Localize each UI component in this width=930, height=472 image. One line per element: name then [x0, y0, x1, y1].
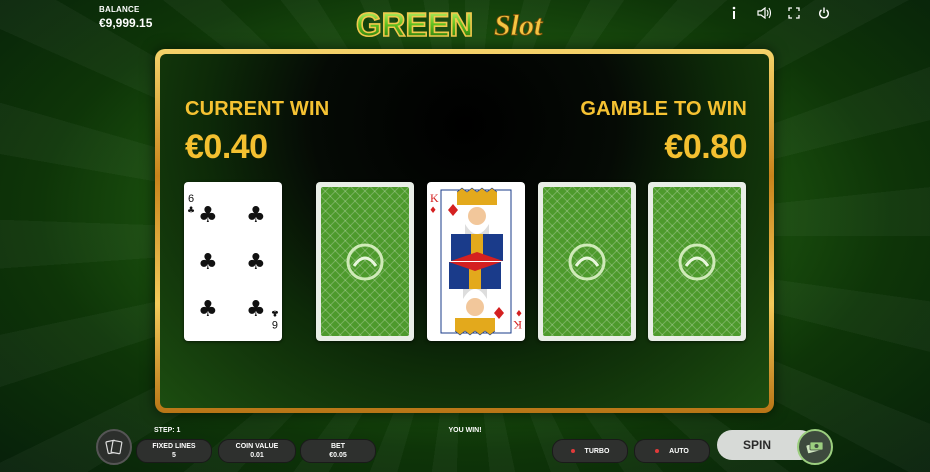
card-suit-top: ♣ [187, 206, 195, 216]
green-slot-logo: GREEN Slot [355, 5, 544, 44]
svg-text:♣: ♣ [246, 250, 266, 275]
balance-value: €9,999.15 [99, 16, 153, 30]
current-win-label: CURRENT WIN [185, 98, 330, 120]
card-back-emblem-icon [678, 243, 716, 280]
turbo-label: TURBO [584, 447, 610, 455]
card-back-choice-3[interactable] [538, 182, 636, 341]
card-back-choice-4[interactable] [648, 182, 746, 341]
gamble-board: CURRENT WIN €0.40 GAMBLE TO WIN €0.80 6 … [155, 49, 774, 413]
card-rank-bottom: K [513, 318, 522, 332]
svg-text:♣: ♣ [246, 297, 266, 322]
card-suit-top: ♦ [429, 206, 437, 216]
collect-icon[interactable] [797, 429, 833, 465]
svg-text:♣: ♣ [246, 203, 266, 228]
cards-icon [105, 439, 123, 455]
gamble-board-felt: CURRENT WIN €0.40 GAMBLE TO WIN €0.80 6 … [160, 54, 769, 408]
diamond-icon [448, 204, 458, 216]
clubs-pips: ♣ ♣ ♣ ♣ ♣ ♣ [198, 203, 266, 322]
turbo-indicator-dot [570, 449, 575, 453]
card-back-choice-1[interactable] [316, 182, 414, 341]
spin-label: SPIN [742, 438, 771, 452]
power-icon[interactable] [816, 5, 832, 21]
fullscreen-icon[interactable] [786, 5, 802, 21]
auto-label: AUTO [669, 447, 689, 455]
gamble-to-win-value: €0.80 [664, 128, 747, 166]
svg-text:♣: ♣ [198, 203, 218, 228]
logo-green-text: GREEN [356, 6, 473, 43]
fixed-lines-label: FIXED LINES [152, 443, 196, 450]
card-suit-bottom: ♦ [515, 307, 523, 317]
card-king-of-diamonds: K ♦ K ♦ [427, 182, 525, 341]
fixed-lines-value: 5 [172, 452, 176, 459]
fixed-lines-display: FIXED LINES 5 [136, 439, 212, 463]
svg-text:♣: ♣ [198, 297, 218, 322]
bet-selector[interactable]: BET €0.05 [300, 439, 376, 463]
balance-panel: BALANCE €9,999.15 [99, 5, 152, 30]
auto-toggle[interactable]: AUTO [634, 439, 710, 463]
card-suit-bottom: ♣ [271, 307, 279, 317]
top-icon-bar [726, 5, 832, 21]
dealer-card-six-of-clubs: 6 ♣ ♣ ♣ ♣ ♣ ♣ ♣ 6 ♣ [184, 182, 282, 341]
card-rank-top: 6 [188, 193, 194, 205]
sound-icon[interactable] [756, 5, 772, 21]
bet-value: €0.05 [329, 452, 347, 459]
current-win-value: €0.40 [185, 128, 268, 166]
balance-label: BALANCE [99, 5, 140, 14]
card-rank-top: K [430, 191, 439, 205]
card-back-emblem-icon [346, 243, 384, 280]
svg-text:♣: ♣ [198, 250, 218, 275]
coin-value-selector[interactable]: COIN VALUE 0.01 [218, 439, 296, 463]
info-icon[interactable] [726, 5, 742, 21]
card-rank-bottom: 6 [272, 318, 278, 330]
gamble-to-win-label: GAMBLE TO WIN [580, 98, 747, 120]
coin-value-label: COIN VALUE [235, 443, 279, 450]
card-back-emblem-icon [568, 243, 606, 280]
gamble-button[interactable] [96, 429, 132, 465]
coin-value-value: 0.01 [250, 452, 264, 459]
turbo-toggle[interactable]: TURBO [552, 439, 628, 463]
bet-label: BET [331, 443, 345, 450]
logo-slot-text: Slot [494, 9, 544, 42]
auto-indicator-dot [655, 449, 660, 453]
